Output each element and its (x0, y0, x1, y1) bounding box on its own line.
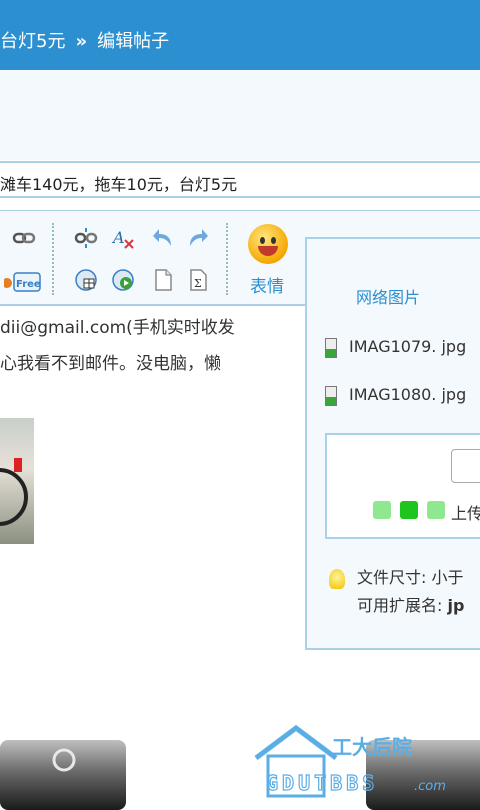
attachment-panel: 网络图片 IMAG1079. jpg IMAG1080. jpg 上传 文件尺寸… (305, 237, 480, 650)
toolbar-divider (226, 223, 228, 295)
page-title: 编辑帖子 (97, 31, 170, 52)
emoji-eye (271, 237, 276, 244)
insert-formula-icon[interactable]: Σ (186, 268, 210, 292)
subject-field[interactable]: 滩车140元，拖车10元，台灯5元 (0, 161, 480, 198)
file-icon (325, 337, 337, 358)
breadcrumb: 台灯5元 » 编辑帖子 (0, 27, 169, 53)
file-icon (325, 385, 337, 406)
file-name: IMAG1079. jpg (349, 337, 467, 356)
browse-button[interactable] (451, 449, 480, 483)
link-icon[interactable] (12, 226, 36, 250)
watermark-suffix: .com (414, 779, 446, 794)
empty-area (0, 70, 480, 160)
emoji-icon[interactable] (248, 224, 288, 264)
web-image-tab[interactable]: 网络图片 (356, 284, 420, 308)
undo-icon[interactable] (151, 226, 175, 250)
ext-label: 可用扩展名: (357, 596, 443, 615)
size-limit-text: 文件尺寸: 小于 (357, 568, 464, 587)
lightbulb-icon (329, 568, 345, 589)
attachment-file-item[interactable]: IMAG1080. jpg (325, 385, 466, 409)
free-icon-label: Free (16, 279, 41, 290)
header-bar: 台灯5元 » 编辑帖子 (0, 0, 480, 70)
post-content[interactable]: dii@gmail.com(手机实时收发 心我看不到邮件。没电脑，懒 (0, 310, 235, 382)
content-line: 心我看不到邮件。没电脑，懒 (0, 354, 221, 374)
content-line: dii@gmail.com(手机实时收发 (0, 318, 235, 338)
watermark-en: GDUTBBS (266, 771, 378, 795)
emoji-eye (260, 237, 265, 244)
gdutbbs-watermark-logo: 工大后院 GDUTBBS .com (254, 724, 446, 798)
search-icon (52, 748, 76, 772)
unlink-icon[interactable] (74, 226, 98, 250)
attachment-file-item[interactable]: IMAG1079. jpg (325, 337, 466, 361)
ext-value: jp (447, 596, 465, 615)
emoji-mouth (258, 246, 278, 256)
insert-media-icon[interactable] (111, 268, 135, 292)
upload-box: 上传 (325, 433, 480, 539)
svg-text:A: A (111, 228, 125, 247)
watermark-cn: 工大后院 (332, 735, 412, 759)
toolbar-divider (52, 223, 54, 295)
upload-label: 上传 (451, 504, 480, 523)
emoji-button-label[interactable]: 表情 (250, 272, 284, 297)
svg-text:Σ: Σ (194, 277, 202, 290)
free-icon[interactable]: Free (4, 269, 42, 293)
subject-value: 滩车140元，拖车10元，台灯5元 (0, 175, 238, 194)
progress-dot (427, 501, 445, 519)
photo-detail (14, 458, 22, 472)
redo-icon[interactable] (186, 226, 210, 250)
remove-format-icon[interactable]: A (111, 226, 135, 250)
progress-dot (373, 501, 391, 519)
insert-page-icon[interactable] (151, 268, 175, 292)
insert-table-icon[interactable] (74, 268, 98, 292)
upload-info: 文件尺寸: 小于 可用扩展名: jp (329, 564, 464, 620)
breadcrumb-prev[interactable]: 台灯5元 (0, 31, 65, 52)
photo-bicycle-wheel (0, 468, 28, 526)
attached-photo-thumbnail[interactable] (0, 418, 34, 544)
progress-dot-active (400, 501, 418, 519)
breadcrumb-separator: » (75, 31, 88, 52)
file-name: IMAG1080. jpg (349, 385, 467, 404)
